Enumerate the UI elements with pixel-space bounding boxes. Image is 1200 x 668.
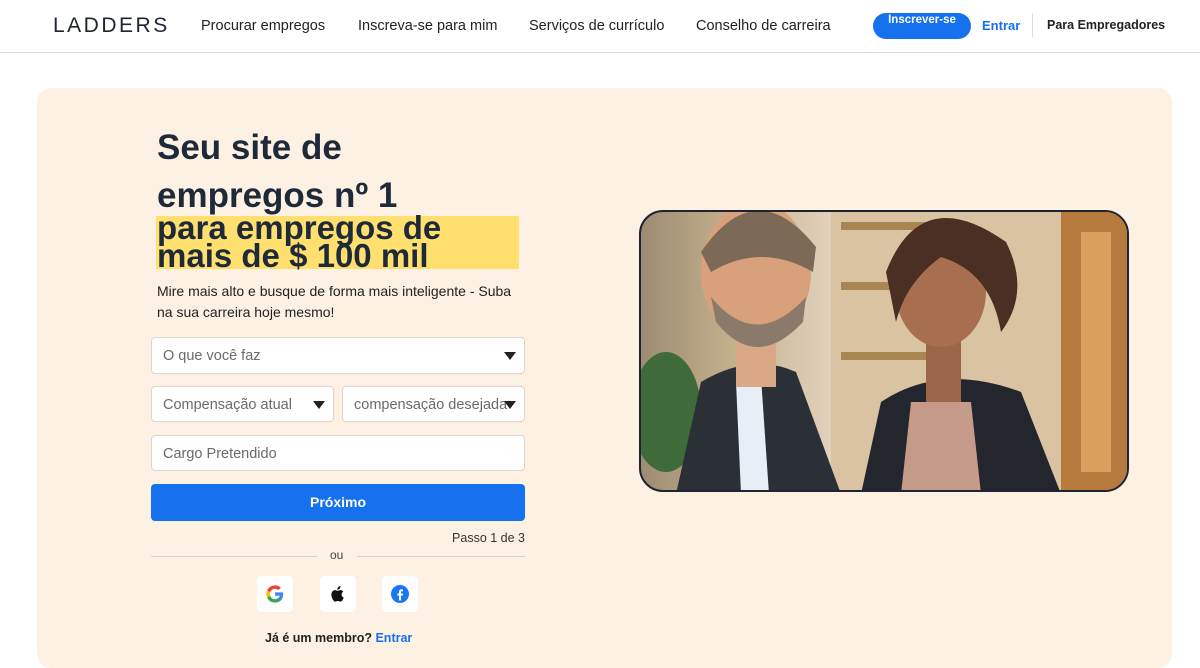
ladders-logo[interactable]: LADDERS (53, 14, 170, 38)
page-title: Seu site de empregos nº 1 (157, 124, 397, 220)
nav-servicos-de-curriculo[interactable]: Serviços de currículo (529, 18, 664, 34)
google-icon (266, 585, 284, 603)
member-prompt: Já é um membro? Entrar (265, 631, 412, 645)
chevron-down-icon (504, 352, 516, 360)
highlight-line-2: mais de $ 100 mil (157, 237, 429, 274)
desired-compensation-placeholder: compensação desejada (354, 397, 508, 413)
facebook-icon (391, 585, 409, 603)
member-signin-link[interactable]: Entrar (375, 631, 412, 645)
chevron-down-icon (504, 401, 516, 409)
signin-link[interactable]: Entrar (982, 18, 1020, 33)
step-indicator: Passo 1 de 3 (452, 531, 525, 545)
target-title-input[interactable]: Cargo Pretendido (151, 435, 525, 471)
hero-photo (639, 210, 1129, 492)
hero-subtext: Mire mais alto e busque de forma mais in… (157, 283, 512, 320)
desired-compensation-select[interactable]: compensação desejada (342, 386, 525, 422)
current-compensation-select[interactable]: Compensação atual (151, 386, 334, 422)
next-button[interactable]: Próximo (151, 484, 525, 521)
signup-button[interactable]: Inscrever-se (873, 13, 971, 39)
target-title-placeholder: Cargo Pretendido (163, 446, 277, 462)
headline-line-1: Seu site de (157, 128, 342, 167)
header-divider (1032, 13, 1033, 37)
current-compensation-placeholder: Compensação atual (163, 397, 292, 413)
employers-link[interactable]: Para Empregadores (1047, 18, 1165, 32)
or-divider-left (151, 556, 317, 557)
job-select-placeholder: O que você faz (163, 348, 261, 364)
people-illustration (641, 212, 1127, 490)
or-label: ou (330, 548, 344, 562)
or-divider-right (357, 556, 525, 557)
nav-conselho-de-carreira[interactable]: Conselho de carreira (696, 18, 831, 34)
top-navigation-bar: LADDERS Procurar empregos Inscreva-se pa… (0, 0, 1200, 53)
facebook-login-button[interactable] (382, 576, 418, 612)
job-select[interactable]: O que você faz (151, 337, 525, 374)
member-text: Já é um membro? (265, 631, 372, 645)
nav-inscreva-se-para-mim[interactable]: Inscreva-se para mim (358, 18, 497, 34)
chevron-down-icon (313, 401, 325, 409)
google-login-button[interactable] (257, 576, 293, 612)
apple-login-button[interactable] (320, 576, 356, 612)
apple-icon (331, 586, 344, 602)
nav-procurar-empregos[interactable]: Procurar empregos (201, 18, 325, 34)
highlighted-headline: para empregos de mais de $ 100 mil (157, 211, 441, 274)
